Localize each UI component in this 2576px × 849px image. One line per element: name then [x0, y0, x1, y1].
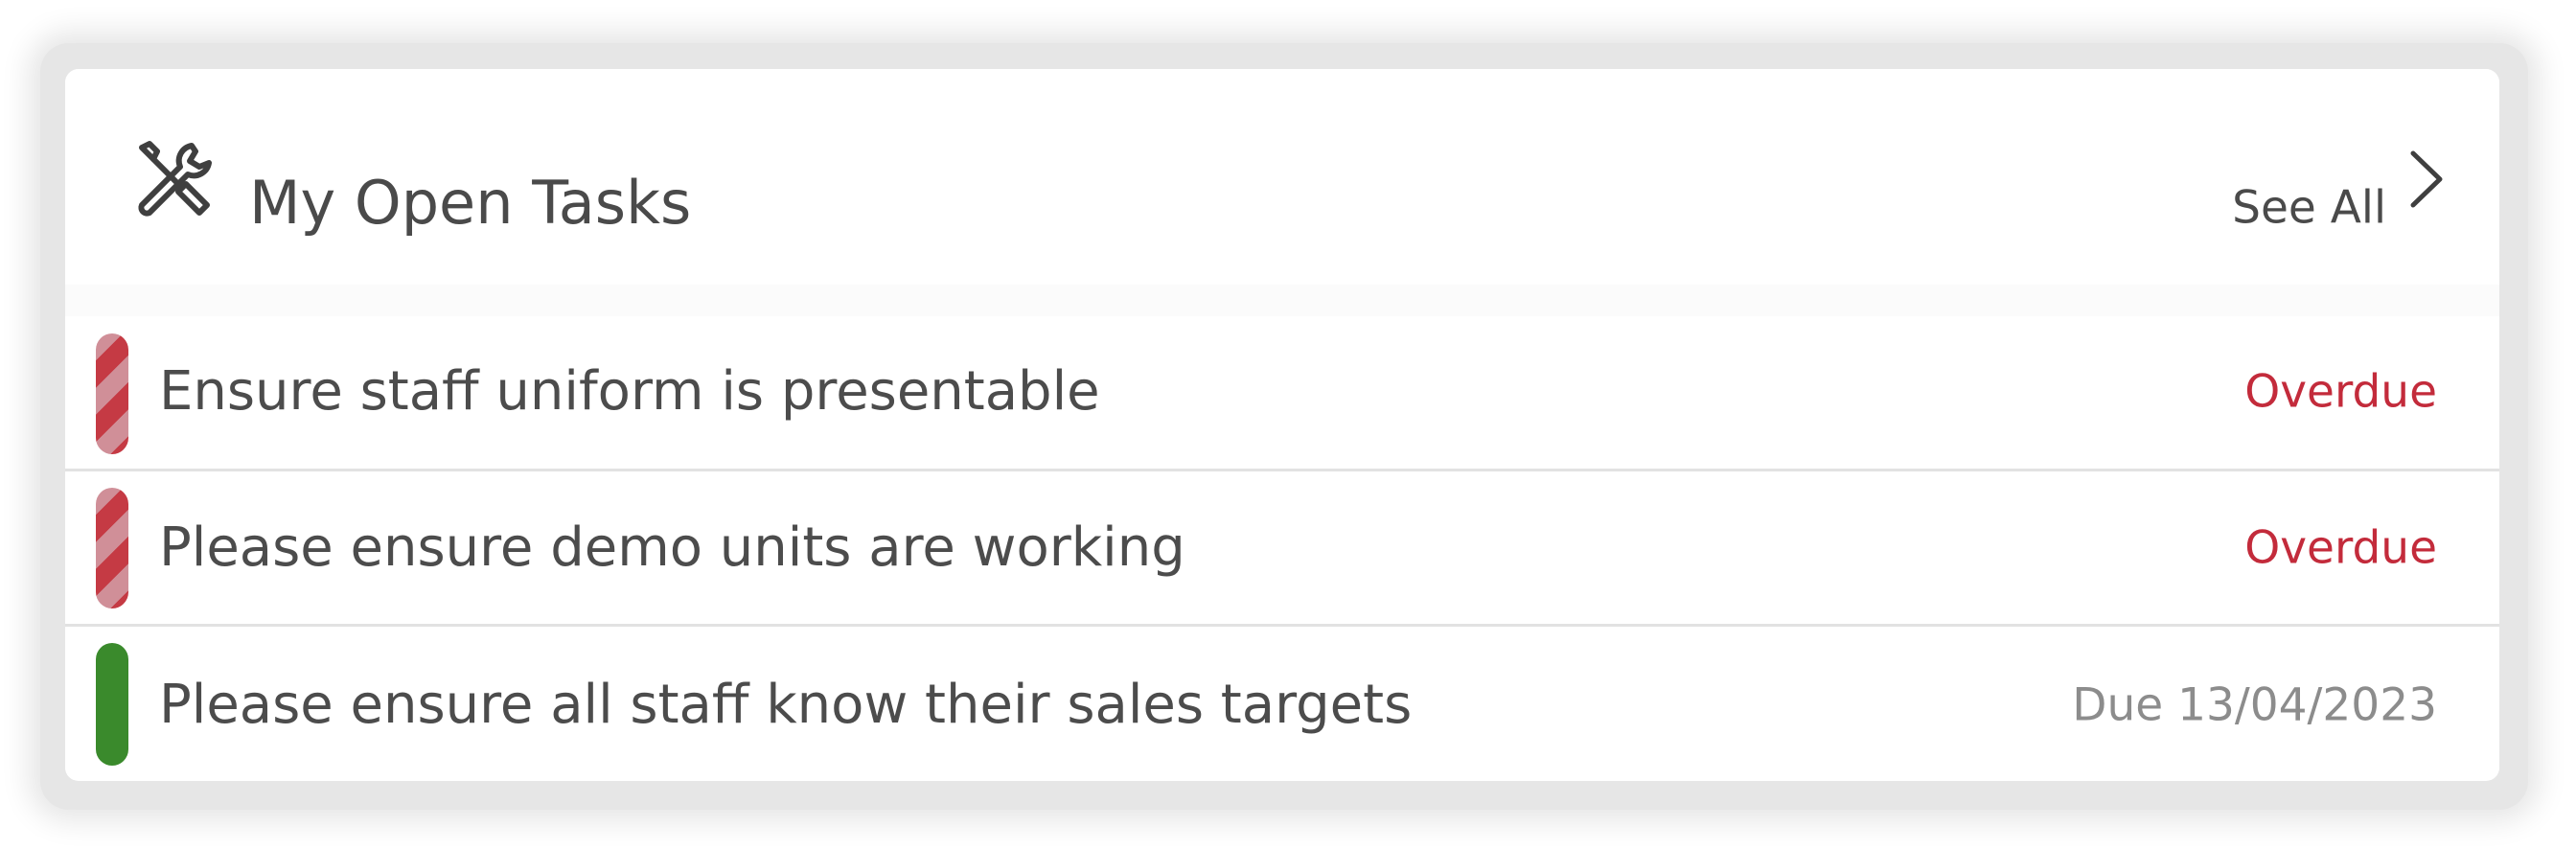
open-tasks-card: My Open Tasks See All Ensure staff unifo…	[65, 69, 2499, 781]
status-indicator-overdue	[96, 333, 128, 454]
tools-icon	[138, 141, 212, 217]
task-title: Ensure staff uniform is presentable	[159, 360, 1100, 423]
task-row[interactable]: Please ensure demo units are working Ove…	[65, 471, 2499, 625]
card-header: My Open Tasks See All	[65, 69, 2499, 285]
card-title: My Open Tasks	[249, 168, 692, 238]
see-all-label: See All	[2232, 181, 2386, 235]
see-all-button[interactable]: See All	[2232, 186, 2386, 231]
status-indicator-overdue	[96, 488, 128, 608]
chevron-right-icon[interactable]	[2404, 149, 2448, 209]
task-due-status: Overdue	[2244, 365, 2437, 419]
status-indicator-on-track	[96, 643, 128, 766]
task-due-date: Due 13/04/2023	[2072, 678, 2437, 732]
task-row[interactable]: Ensure staff uniform is presentable Over…	[65, 316, 2499, 470]
task-title: Please ensure all staff know their sales…	[159, 674, 1413, 736]
task-due-status: Overdue	[2244, 521, 2437, 575]
task-row[interactable]: Please ensure all staff know their sales…	[65, 627, 2499, 780]
task-title: Please ensure demo units are working	[159, 516, 1185, 579]
